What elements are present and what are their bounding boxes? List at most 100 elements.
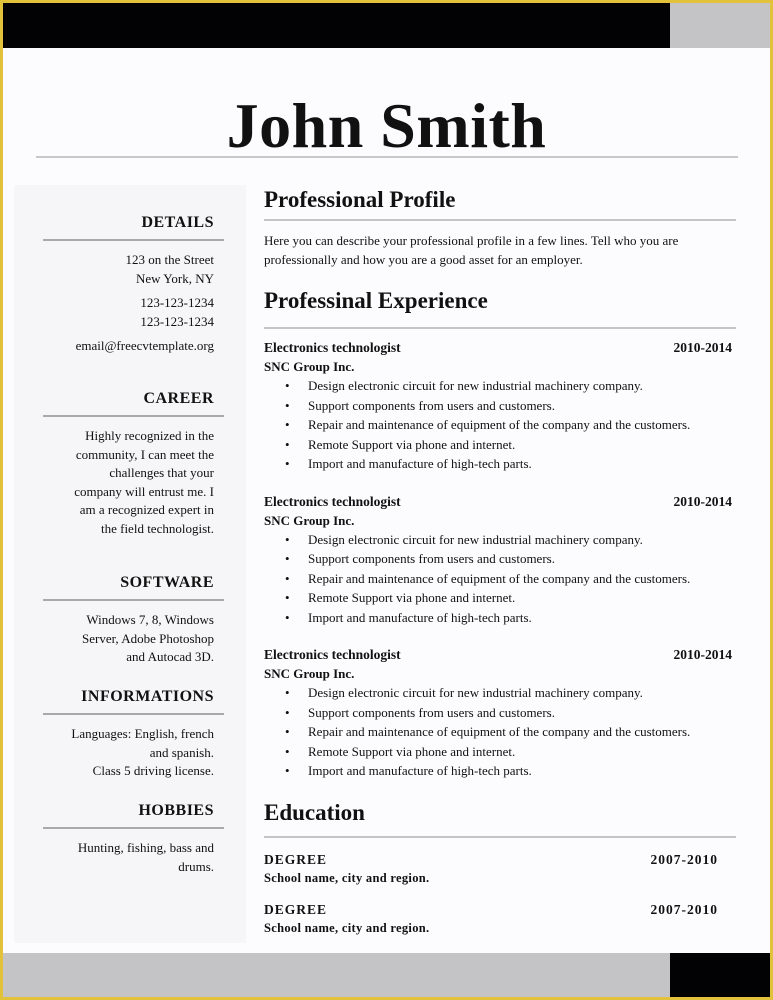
career-line: company will entrust me. I: [74, 483, 214, 499]
job-years: 2010-2014: [673, 493, 733, 509]
header-bar-light: [670, 3, 770, 48]
details-section: DETAILS 123 on the Street New York, NY 1…: [14, 213, 246, 356]
degree-name: DEGREE: [264, 901, 328, 917]
degree-years: 2007-2010: [650, 901, 718, 917]
duty-item: Repair and maintenance of equipment of t…: [285, 415, 736, 435]
degree-name: DEGREE: [264, 851, 328, 867]
career-line: community, I can meet the: [75, 446, 214, 462]
duty-item: Design electronic circuit for new indust…: [285, 530, 736, 550]
career-section: CAREER Highly recognized in the communit…: [14, 389, 246, 538]
job-duties: Design electronic circuit for new indust…: [264, 683, 736, 781]
education-header: DEGREE 2007-2010: [264, 900, 736, 919]
school-name: School name, city and region.: [264, 870, 430, 885]
job-company: SNC Group Inc.: [264, 666, 355, 681]
duty-item: Design electronic circuit for new indust…: [285, 376, 736, 396]
duty-item: Support components from users and custom…: [285, 549, 736, 569]
address-line-1: 123 on the Street: [125, 252, 214, 267]
education-entry: DEGREE 2007-2010 School name, city and r…: [264, 850, 736, 888]
job-role: Electronics technologist: [264, 647, 401, 662]
job-duties: Design electronic circuit for new indust…: [264, 376, 736, 474]
profile-section: Professional Profile Here you can descri…: [264, 185, 736, 269]
education-header: DEGREE 2007-2010: [264, 850, 736, 869]
duty-item: Support components from users and custom…: [285, 703, 736, 723]
profile-title: Professional Profile: [264, 187, 456, 212]
career-text: Highly recognized in the community, I ca…: [14, 427, 246, 538]
career-divider: [43, 415, 224, 417]
job-entry: Electronics technologist 2010-2014 SNC G…: [264, 338, 736, 474]
career-line: Highly recognized in the: [85, 428, 214, 443]
address-line-2: New York, NY: [135, 270, 214, 286]
job-company: SNC Group Inc.: [264, 359, 355, 374]
job-role: Electronics technologist: [264, 340, 401, 355]
informations-line: Class 5 driving license.: [92, 763, 214, 778]
job-header: Electronics technologist 2010-2014: [264, 645, 736, 664]
informations-line: Languages: English, french: [71, 726, 214, 741]
hobbies-line: Hunting, fishing, bass and: [77, 840, 214, 855]
informations-divider: [43, 713, 224, 715]
sidebar: DETAILS 123 on the Street New York, NY 1…: [14, 185, 246, 943]
profile-text: Here you can describe your professional …: [264, 233, 679, 267]
duty-item: Import and manufacture of high-tech part…: [285, 454, 736, 474]
duty-item: Remote Support via phone and internet.: [285, 435, 736, 455]
header-bar-dark: [3, 3, 670, 48]
hobbies-section: HOBBIES Hunting, fishing, bass and drums…: [14, 801, 246, 876]
hobbies-divider: [43, 827, 224, 829]
software-section: SOFTWARE Windows 7, 8, Windows Server, A…: [14, 573, 246, 667]
education-divider: [264, 835, 736, 838]
software-line: Server, Adobe Photoshop: [82, 630, 214, 646]
job-company: SNC Group Inc.: [264, 512, 355, 528]
duty-item: Import and manufacture of high-tech part…: [285, 608, 736, 628]
duty-item: Remote Support via phone and internet.: [285, 588, 736, 608]
career-line: am a recognized expert in: [79, 502, 214, 517]
duty-item: Remote Support via phone and internet.: [285, 742, 736, 762]
education-entry: DEGREE 2007-2010 School name, city and r…: [264, 900, 736, 938]
informations-section: INFORMATIONS Languages: English, french …: [14, 687, 246, 781]
duty-item: Repair and maintenance of equipment of t…: [285, 722, 736, 742]
job-header: Electronics technologist 2010-2014: [264, 492, 736, 511]
footer-bar-light: [3, 953, 670, 997]
hobbies-line: drums.: [178, 858, 214, 874]
footer-bar-dark: [670, 953, 770, 997]
hobbies-title: HOBBIES: [138, 802, 214, 819]
career-title: CAREER: [143, 390, 214, 407]
phone-2: 123-123-1234: [140, 313, 214, 329]
education-section: Education DEGREE 2007-2010 School name, …: [264, 798, 736, 938]
details-title: DETAILS: [141, 214, 214, 231]
job-header: Electronics technologist 2010-2014: [264, 338, 736, 357]
profile-divider: [264, 219, 736, 221]
details-divider: [43, 239, 224, 241]
experience-section: Professinal Experience Electronics techn…: [264, 286, 736, 781]
software-title: SOFTWARE: [120, 574, 214, 591]
main-content: Professional Profile Here you can descri…: [264, 185, 736, 938]
candidate-name: John Smith: [226, 90, 547, 161]
duty-item: Support components from users and custom…: [285, 396, 736, 416]
experience-divider: [264, 327, 736, 329]
hobbies-text: Hunting, fishing, bass and drums.: [14, 839, 246, 876]
software-line: Windows 7, 8, Windows: [86, 612, 214, 627]
informations-title: INFORMATIONS: [81, 688, 214, 705]
job-entry: Electronics technologist 2010-2014 SNC G…: [264, 645, 736, 781]
duty-item: Design electronic circuit for new indust…: [285, 683, 736, 703]
name-divider: [36, 156, 738, 158]
job-duties: Design electronic circuit for new indust…: [264, 530, 736, 628]
software-line: and Autocad 3D.: [126, 649, 214, 664]
software-divider: [43, 599, 224, 601]
job-years: 2010-2014: [673, 340, 733, 355]
informations-text: Languages: English, french and spanish. …: [14, 725, 246, 781]
school-name: School name, city and region.: [264, 920, 430, 935]
duty-item: Import and manufacture of high-tech part…: [285, 761, 736, 781]
informations-line: and spanish.: [149, 744, 214, 760]
email: email@freecvtemplate.org: [75, 338, 214, 353]
job-entry: Electronics technologist 2010-2014 SNC G…: [264, 492, 736, 628]
software-text: Windows 7, 8, Windows Server, Adobe Phot…: [14, 611, 246, 667]
experience-title: Professinal Experience: [264, 288, 488, 313]
duty-item: Repair and maintenance of equipment of t…: [285, 569, 736, 589]
details-text: 123 on the Street New York, NY 123-123-1…: [14, 251, 246, 356]
phone-1: 123-123-1234: [140, 295, 214, 310]
degree-years: 2007-2010: [650, 851, 718, 867]
job-years: 2010-2014: [673, 647, 733, 662]
career-line: challenges that your: [109, 465, 214, 480]
education-title: Education: [264, 799, 365, 825]
job-role: Electronics technologist: [264, 493, 401, 509]
career-line: the field technologist.: [100, 520, 214, 536]
